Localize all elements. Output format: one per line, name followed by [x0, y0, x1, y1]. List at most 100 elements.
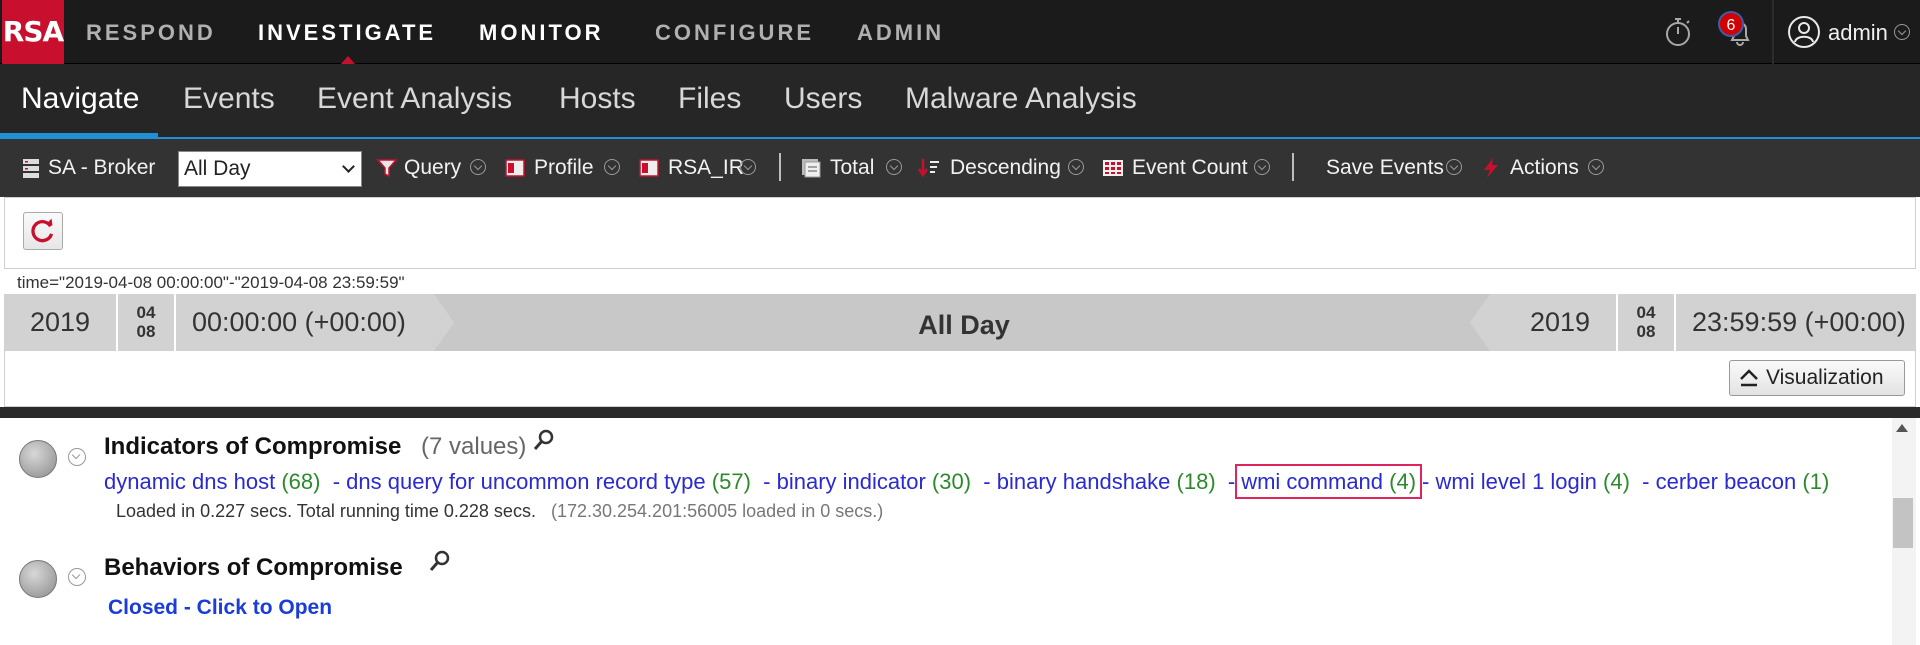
- tab-event-analysis[interactable]: Event Analysis: [317, 81, 512, 117]
- rsa-ir-icon[interactable]: [638, 157, 660, 179]
- meta-value-count: (18): [1176, 469, 1216, 494]
- meta-group-icon[interactable]: [19, 440, 57, 478]
- visualization-panel: Visualization: [4, 351, 1916, 407]
- total-chevron-icon[interactable]: [886, 159, 902, 175]
- profile-chevron-icon[interactable]: [604, 159, 620, 175]
- meta-value-count: (30): [931, 469, 972, 494]
- value-separator: -: [1642, 469, 1650, 494]
- total-icon[interactable]: [800, 157, 822, 179]
- rsa-logo[interactable]: RSA: [2, 0, 64, 64]
- server-icon[interactable]: [20, 157, 42, 179]
- chevron-up-icon: [1740, 369, 1758, 387]
- lightning-bolt-icon[interactable]: [1480, 157, 1502, 179]
- start-time[interactable]: 00:00:00 (+00:00): [176, 294, 434, 351]
- notification-badge[interactable]: 6: [1718, 11, 1744, 37]
- ioc-chevron-icon[interactable]: [68, 448, 86, 466]
- actions-chevron-icon[interactable]: [1588, 159, 1604, 175]
- top-nav-monitor[interactable]: MONITOR: [479, 20, 603, 46]
- start-year[interactable]: 2019: [4, 294, 116, 351]
- top-nav: RSA RESPOND INVESTIGATE MONITOR CONFIGUR…: [0, 0, 1920, 64]
- top-nav-investigate[interactable]: INVESTIGATE: [258, 20, 436, 46]
- load-status: Loaded in 0.227 secs. Total running time…: [116, 501, 883, 522]
- profile-icon[interactable]: [504, 157, 526, 179]
- visualization-label: Visualization: [1766, 366, 1884, 389]
- meta-value-dynamic-dns-host[interactable]: dynamic dns host (68): [104, 469, 320, 494]
- select-arrow-icon: [342, 160, 355, 173]
- scroll-up-arrow-icon[interactable]: [1896, 424, 1908, 432]
- visualization-button[interactable]: Visualization: [1729, 360, 1905, 396]
- user-avatar-icon[interactable]: [1786, 14, 1822, 50]
- tab-navigate[interactable]: Navigate: [21, 81, 139, 117]
- boc-title: Behaviors of Compromise: [104, 554, 403, 581]
- boc-open-link[interactable]: Closed - Click to Open: [108, 596, 332, 620]
- search-icon[interactable]: [532, 428, 556, 452]
- ioc-values-list: dynamic dns host (68) - dns query for un…: [104, 464, 1830, 499]
- time-range-label: All Day: [918, 310, 1010, 340]
- end-month-day[interactable]: 04 08: [1618, 294, 1674, 351]
- end-day: 08: [1636, 322, 1656, 341]
- meta-value-label: dynamic dns host: [104, 469, 276, 494]
- descending-chevron-icon[interactable]: [1068, 159, 1084, 175]
- rsa-ir-chevron-icon[interactable]: [740, 159, 756, 175]
- filter-funnel-icon[interactable]: [376, 157, 398, 179]
- load-source-text: (172.30.254.201:56005 loaded in 0 secs.): [550, 501, 884, 521]
- top-nav-separator: [1772, 0, 1774, 64]
- tab-hosts[interactable]: Hosts: [559, 81, 636, 117]
- meta-value-count: (1): [1802, 469, 1830, 494]
- time-range-select[interactable]: All Day: [178, 151, 362, 187]
- start-month: 04: [136, 303, 156, 322]
- meta-value-label: wmi command: [1241, 469, 1384, 494]
- save-events-chevron-icon[interactable]: [1446, 159, 1462, 175]
- rsa-ir-menu[interactable]: RSA_IR: [668, 156, 744, 180]
- event-count-icon[interactable]: [1102, 157, 1124, 179]
- event-count-chevron-icon[interactable]: [1254, 159, 1270, 175]
- ioc-title: Indicators of Compromise: [104, 433, 402, 460]
- meta-value-binary-handshake[interactable]: binary handshake (18): [997, 469, 1216, 494]
- toolbar-divider: [1292, 153, 1294, 181]
- descending-menu[interactable]: Descending: [950, 156, 1061, 180]
- search-icon[interactable]: [428, 549, 452, 573]
- meta-value-wmi-command[interactable]: wmi command (4): [1235, 464, 1423, 499]
- descending-sort-icon[interactable]: [918, 157, 940, 179]
- total-menu[interactable]: Total: [830, 156, 874, 180]
- meta-value-label: cerber beacon: [1655, 469, 1797, 494]
- start-month-day[interactable]: 04 08: [118, 294, 174, 351]
- tab-users[interactable]: Users: [784, 81, 862, 117]
- meta-value-label: binary indicator: [776, 469, 926, 494]
- end-month: 04: [1636, 303, 1656, 322]
- tab-files[interactable]: Files: [678, 81, 741, 117]
- stopwatch-icon[interactable]: [1660, 14, 1696, 50]
- value-separator: -: [1422, 469, 1430, 494]
- meta-value-binary-indicator[interactable]: binary indicator (30): [777, 469, 971, 494]
- value-separator: -: [763, 469, 771, 494]
- top-nav-admin[interactable]: ADMIN: [857, 20, 944, 46]
- time-range-value: All Day: [184, 157, 251, 180]
- event-count-menu[interactable]: Event Count: [1132, 156, 1248, 180]
- user-name[interactable]: admin: [1828, 20, 1888, 46]
- scrollbar-thumb[interactable]: [1893, 498, 1913, 548]
- query-chevron-icon[interactable]: [470, 159, 486, 175]
- save-events-menu[interactable]: Save Events: [1326, 156, 1444, 180]
- query-menu[interactable]: Query: [404, 156, 461, 180]
- top-nav-configure[interactable]: CONFIGURE: [655, 20, 814, 46]
- end-year[interactable]: 2019: [1504, 294, 1616, 351]
- end-time[interactable]: 23:59:59 (+00:00): [1676, 294, 1916, 351]
- meta-value-count: (57): [711, 469, 751, 494]
- meta-value-dns-query[interactable]: dns query for uncommon record type (57): [346, 469, 751, 494]
- service-selector[interactable]: SA - Broker: [48, 156, 155, 180]
- refresh-button[interactable]: [23, 212, 63, 250]
- refresh-icon: [31, 218, 54, 243]
- meta-value-cerber-beacon[interactable]: cerber beacon (1): [1656, 469, 1830, 494]
- boc-chevron-icon[interactable]: [68, 568, 86, 586]
- top-nav-respond[interactable]: RESPOND: [86, 20, 216, 46]
- meta-value-wmi-level-1-login[interactable]: wmi level 1 login (4): [1436, 469, 1630, 494]
- time-range-bar: 2019 04 08 00:00:00 (+00:00) All Day 201…: [4, 294, 1916, 351]
- profile-menu[interactable]: Profile: [534, 156, 594, 180]
- value-separator: -: [983, 469, 991, 494]
- user-menu-chevron-icon[interactable]: [1894, 24, 1910, 40]
- tab-malware-analysis[interactable]: Malware Analysis: [905, 81, 1137, 117]
- actions-menu[interactable]: Actions: [1510, 156, 1579, 180]
- meta-group-icon[interactable]: [19, 560, 57, 598]
- tab-events[interactable]: Events: [183, 81, 275, 117]
- value-separator: -: [332, 469, 341, 494]
